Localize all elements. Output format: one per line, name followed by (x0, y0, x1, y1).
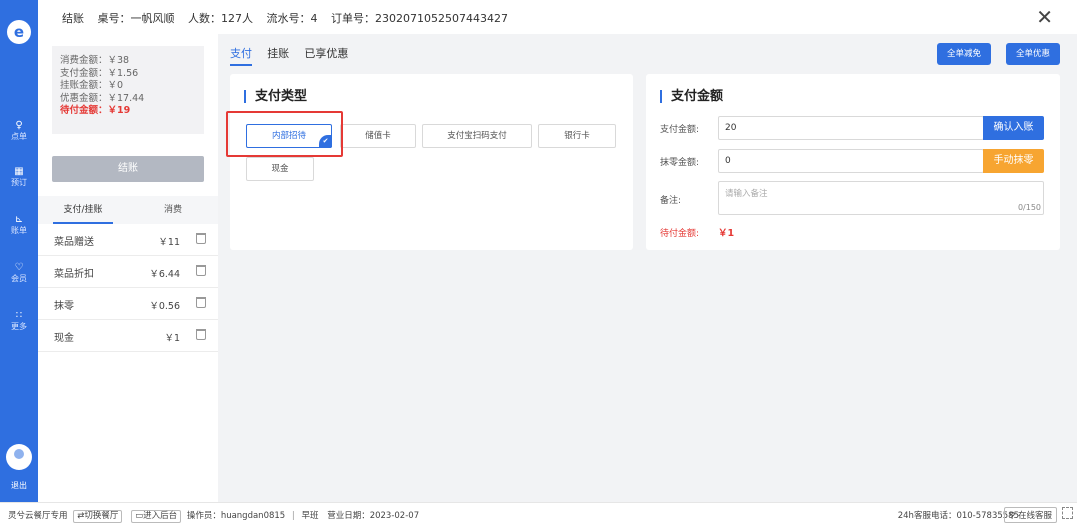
hotline-label: 24h客服电话：010-57835585 (897, 511, 1019, 521)
tab-credit[interactable]: 挂账 (267, 45, 289, 64)
full-discount-button[interactable]: 全单优惠 (1006, 43, 1061, 65)
round-amount-input[interactable]: 0 (718, 149, 984, 173)
note-char-count: 0/150 (1017, 203, 1041, 212)
close-icon[interactable]: ✕ (1036, 6, 1053, 28)
pay-type-title: 支付类型 (244, 90, 307, 103)
trash-icon[interactable] (196, 265, 206, 276)
trash-icon[interactable] (196, 329, 206, 340)
paid-amount: 支付金额：￥1.56 (60, 67, 139, 79)
item-amount: ￥6.44 (149, 269, 180, 280)
item-amount: ￥1 (164, 333, 180, 344)
list-item: 抹零 ￥0.56 (38, 288, 218, 320)
tab-enjoyed-discounts[interactable]: 已享优惠 (304, 45, 348, 64)
nav-item-order[interactable]: ♀ 点单 (0, 120, 38, 142)
full-reduce-button[interactable]: 全单减免 (937, 43, 992, 65)
member-icon: ♡ (14, 262, 24, 273)
tab-payment-credit[interactable]: 支付/挂账 (53, 196, 113, 224)
nav-item-reserve[interactable]: ▦ 预订 (0, 166, 38, 188)
serial-number: 流水号：4 (266, 12, 318, 25)
chart-icon: ⊾ (14, 214, 24, 225)
order-info: 结账 桌号：一帆风顺 人数：127人 流水号：4 订单号：23020710525… (62, 10, 518, 26)
more-icon: ∷ (15, 310, 23, 321)
consume-amount: 消费金额：￥38 (60, 55, 130, 66)
selection-highlight (226, 111, 343, 157)
pay-type-cash[interactable]: 现金 (246, 157, 314, 181)
tab-pay[interactable]: 支付 (230, 45, 252, 66)
order-icon: ♀ (15, 120, 23, 131)
nav-item-label: 账单 (11, 226, 27, 235)
payment-tabs: 支付 挂账 已享优惠 (230, 45, 360, 66)
pay-amount-card: 支付金额 支付金额: 20 确认入账 抹零金额: 0 手动抹零 备注: 请输入备… (646, 74, 1060, 250)
header: 结账 桌号：一帆风顺 人数：127人 流水号：4 订单号：23020710525… (38, 0, 1077, 34)
due-amount-value: ￥1 (718, 228, 735, 239)
item-name: 菜品折扣 (54, 269, 94, 280)
shift-label: 早班 (301, 511, 319, 521)
app-logo-icon: e (7, 20, 31, 44)
page-title: 结账 (62, 12, 84, 25)
nav-item-label: 更多 (11, 322, 27, 331)
discount-amount: 优惠金额：￥17.44 (60, 92, 145, 104)
item-name: 现金 (54, 333, 74, 344)
nav-item-bill[interactable]: ⊾ 账单 (0, 214, 38, 236)
tab-consumption[interactable]: 消费 (128, 196, 218, 224)
order-summary-panel: 消费金额：￥38 支付金额：￥1.56 挂账金额：￥0 优惠金额：￥17.44 … (38, 34, 218, 502)
brand-label: 灵兮云餐厅专用 (8, 511, 68, 521)
footer-left: 灵兮云餐厅专用 ⇄切换餐厅 ▭进入后台 操作员：huangdan0815 | 早… (8, 510, 420, 523)
enter-backend-button[interactable]: ▭进入后台 (131, 510, 182, 523)
note-placeholder: 请输入备注 (725, 189, 768, 199)
list-item: 现金 ￥1 (38, 320, 218, 352)
due-amount: 待付金额：￥19 (60, 105, 131, 116)
item-name: 抹零 (54, 301, 74, 312)
summary-tabs: 支付/挂账 消费 (38, 196, 218, 224)
trash-icon[interactable] (196, 233, 206, 244)
nav-item-label: 预订 (11, 178, 27, 187)
item-name: 菜品赠送 (54, 237, 94, 248)
trash-icon[interactable] (196, 297, 206, 308)
nav-item-label: 点单 (11, 132, 27, 141)
online-service-button[interactable]: ⚲ 在线客服 (1004, 507, 1057, 523)
pay-amount-input[interactable]: 20 (718, 116, 984, 140)
nav-item-label: 会员 (11, 274, 27, 283)
list-item: 菜品折扣 ￥6.44 (38, 256, 218, 288)
settle-button[interactable]: 结账 (52, 156, 204, 182)
credit-amount: 挂账金额：￥0 (60, 80, 124, 91)
item-amount: ￥0.56 (149, 301, 180, 312)
order-number: 订单号：2302071052507443427 (331, 12, 508, 25)
due-amount-label: 待付金额: (660, 229, 700, 239)
calendar-icon: ▦ (14, 166, 24, 177)
pay-amount-label: 支付金额: (660, 125, 700, 135)
manual-round-button[interactable]: 手动抹零 (983, 149, 1044, 173)
business-date: 营业日期：2023-02-07 (327, 511, 420, 521)
note-label: 备注: (660, 196, 682, 206)
round-amount-label: 抹零金额: (660, 158, 700, 168)
left-nav: e ♀ 点单 ▦ 预订 ⊾ 账单 ♡ 会员 ∷ 更多 退出 (0, 0, 38, 502)
pay-type-stored-card[interactable]: 储值卡 (340, 124, 416, 148)
note-textarea[interactable]: 请输入备注 0/150 (718, 181, 1044, 215)
pay-type-bank-card[interactable]: 银行卡 (538, 124, 616, 148)
amount-summary: 消费金额：￥38 支付金额：￥1.56 挂账金额：￥0 优惠金额：￥17.44 … (52, 46, 204, 134)
nav-item-member[interactable]: ♡ 会员 (0, 262, 38, 284)
payment-list: 菜品赠送 ￥11 菜品折扣 ￥6.44 抹零 ￥0.56 现金 ￥1 (38, 224, 218, 352)
confirm-entry-button[interactable]: 确认入账 (983, 116, 1044, 140)
guest-count: 人数：127人 (188, 12, 253, 25)
avatar[interactable] (6, 444, 32, 470)
table-name: 桌号：一帆风顺 (97, 12, 175, 25)
logout-button[interactable]: 退出 (0, 480, 38, 491)
pay-type-card: 支付类型 内部招待 储值卡 支付宝扫码支付 银行卡 现金 (230, 74, 633, 250)
operator-label: 操作员：huangdan0815 (186, 511, 286, 521)
list-item: 菜品赠送 ￥11 (38, 224, 218, 256)
status-bar: 灵兮云餐厅专用 ⇄切换餐厅 ▭进入后台 操作员：huangdan0815 | 早… (0, 502, 1077, 526)
pay-type-alipay[interactable]: 支付宝扫码支付 (422, 124, 532, 148)
scan-icon[interactable] (1062, 507, 1073, 519)
switch-store-button[interactable]: ⇄切换餐厅 (73, 510, 123, 523)
nav-item-more[interactable]: ∷ 更多 (0, 310, 38, 332)
pay-amount-title: 支付金额 (660, 90, 723, 103)
item-amount: ￥11 (158, 237, 180, 248)
